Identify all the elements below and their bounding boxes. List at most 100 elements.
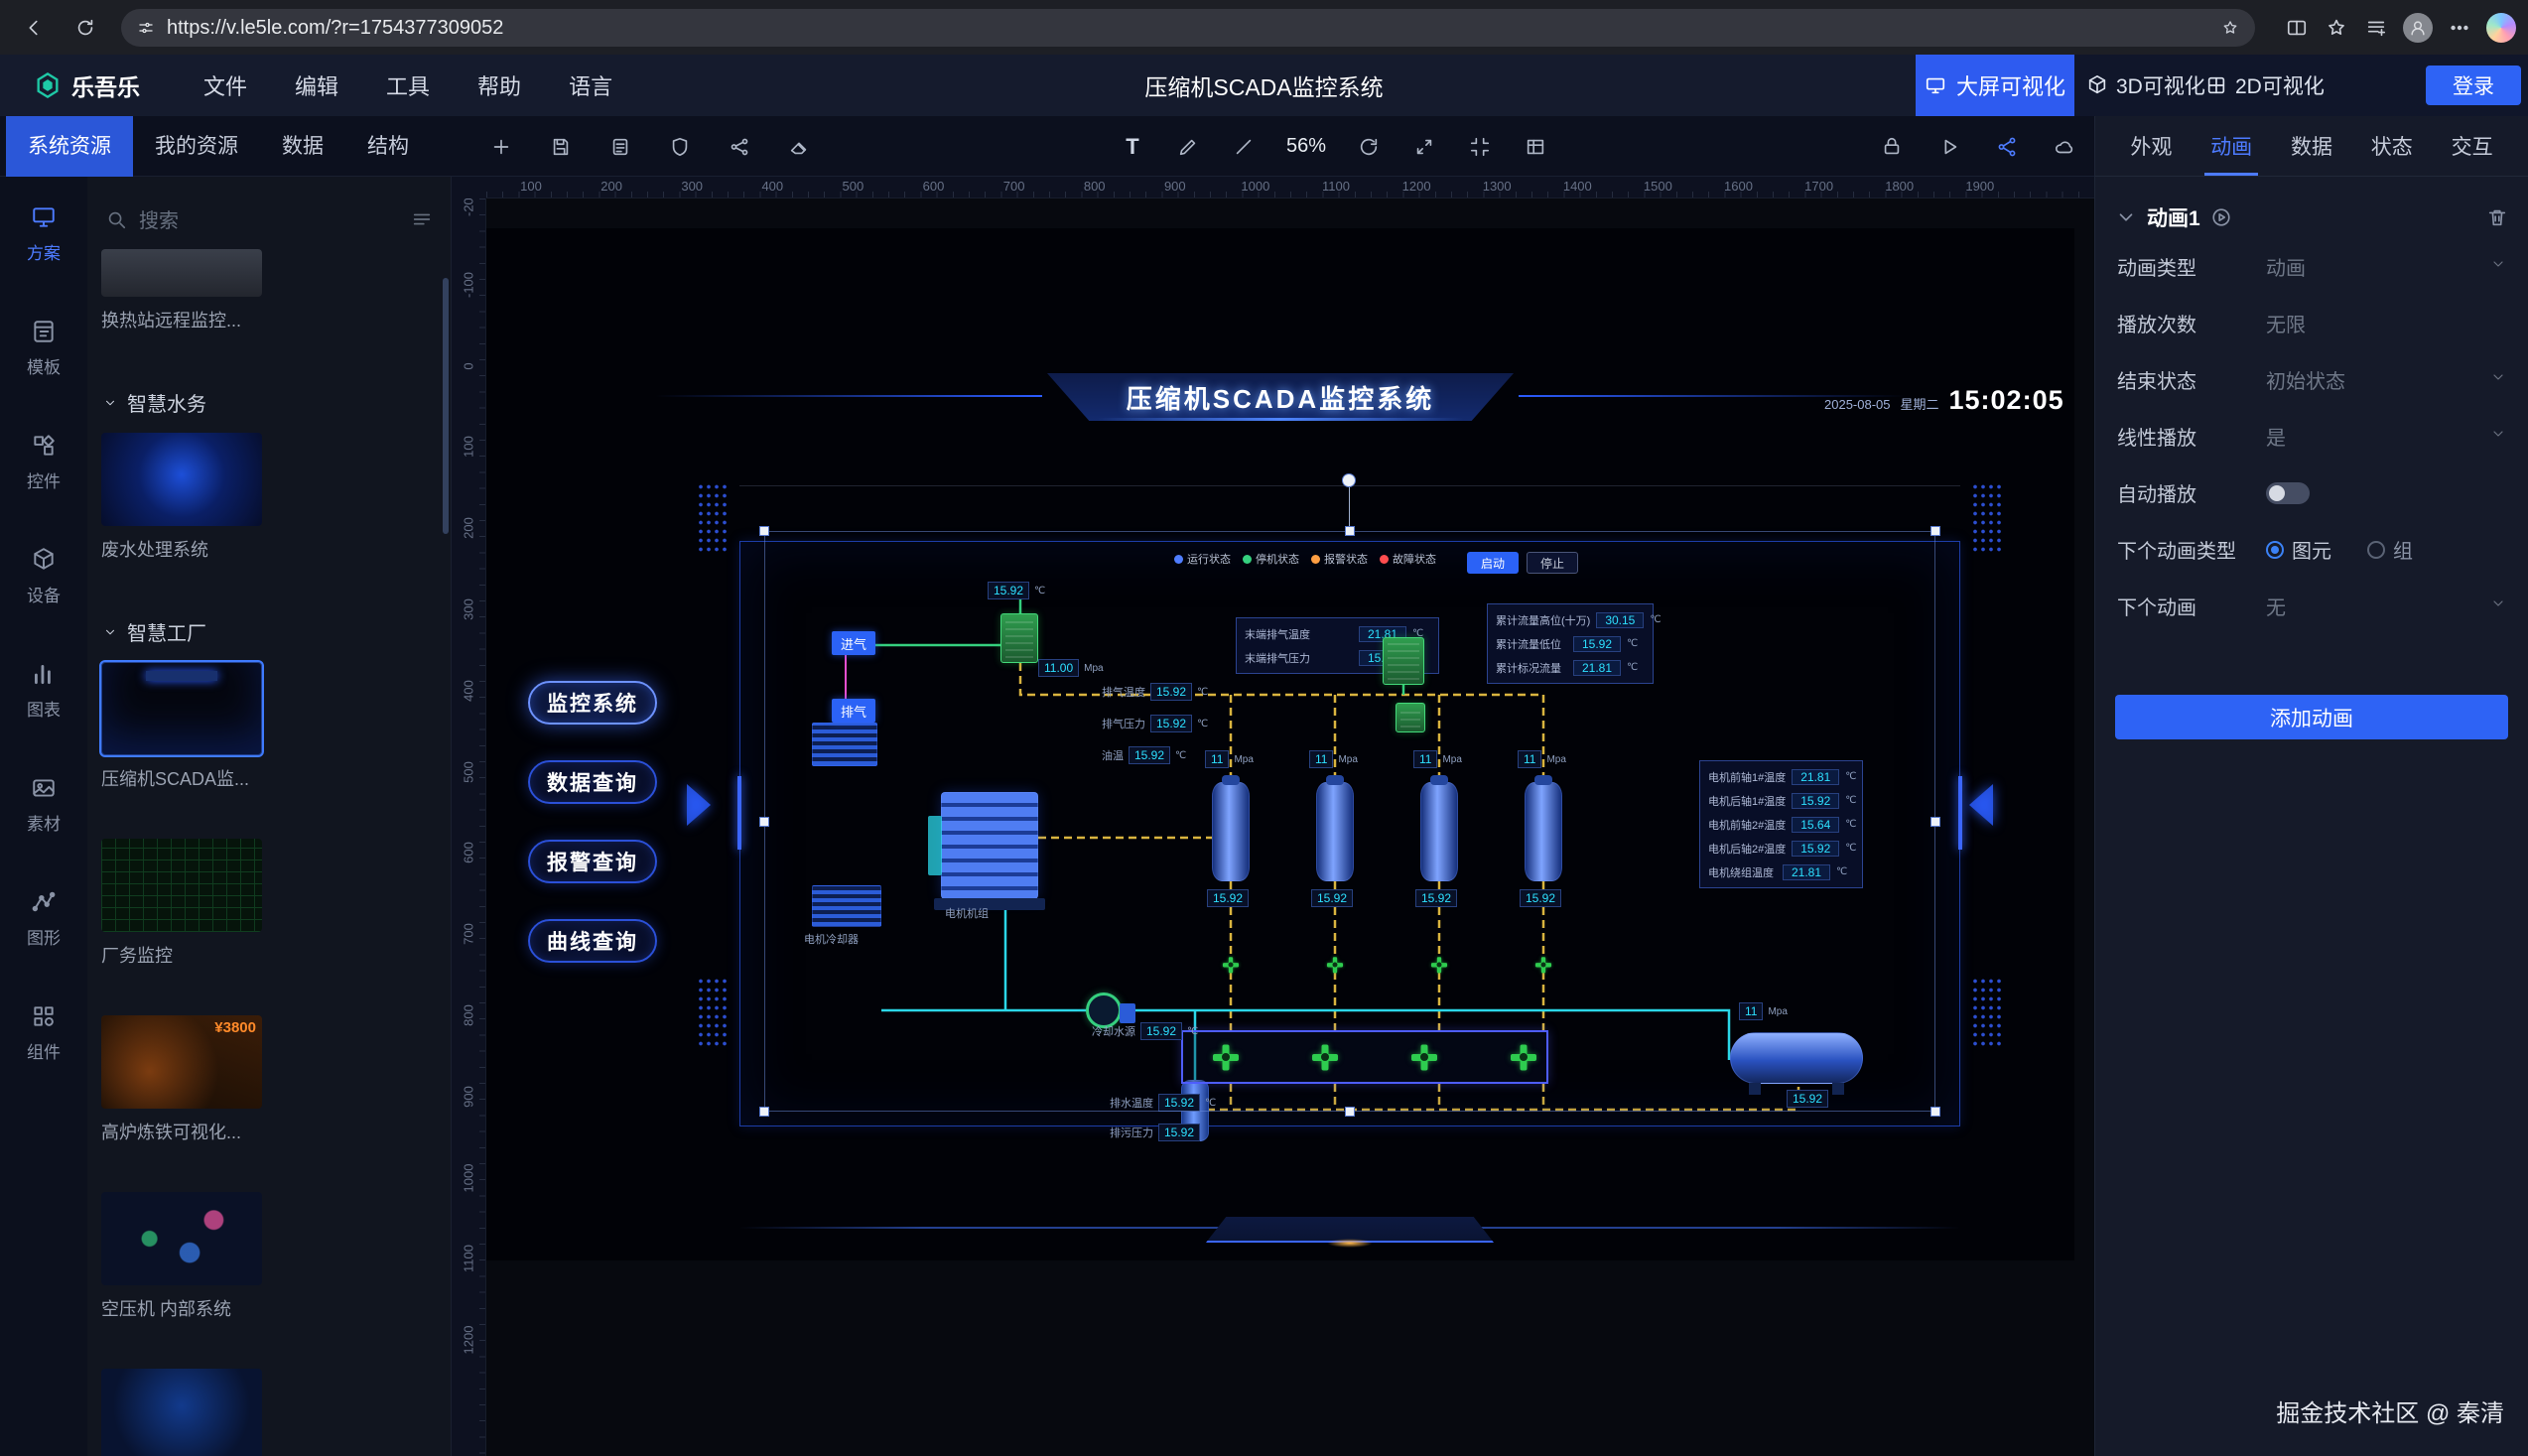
sidebar-item-图形[interactable]: 图形 (0, 861, 87, 976)
scada-artboard[interactable]: 压缩机SCADA监控系统 2025-08-05 星期二 15:02:05 监控系… (486, 228, 2074, 1260)
menu-item-2[interactable]: 工具 (386, 69, 430, 101)
chevron-down-icon[interactable] (2115, 206, 2137, 228)
resource-thumbnail[interactable] (101, 839, 262, 932)
text-icon[interactable]: T (1120, 134, 1145, 160)
line-icon[interactable] (1231, 134, 1257, 160)
resource-item[interactable]: 废气治理 (101, 1369, 262, 1456)
sidebar-item-方案[interactable]: 方案 (0, 177, 87, 291)
selection-handle[interactable] (1345, 1107, 1355, 1117)
big-screen-viz-button[interactable]: 大屏可视化 (1916, 55, 2074, 116)
resource-thumbnail[interactable] (101, 1369, 262, 1456)
tab-交互[interactable]: 交互 (2446, 116, 2499, 176)
viz-3d-button[interactable]: 3D可视化 (2086, 55, 2205, 116)
split-icon[interactable] (2284, 15, 2310, 41)
auto-play-toggle[interactable] (2266, 482, 2310, 504)
frame-icon[interactable] (1467, 134, 1493, 160)
note-icon[interactable] (607, 134, 633, 160)
menu-item-4[interactable]: 语言 (569, 69, 612, 101)
search-bar[interactable]: 搜索 (105, 204, 433, 233)
copilot-icon[interactable] (2486, 13, 2516, 43)
selection-handle[interactable] (1930, 526, 1940, 536)
sidebar-item-控件[interactable]: 控件 (0, 405, 87, 519)
selection-handle[interactable] (1930, 1107, 1940, 1117)
cloud-icon[interactable] (2052, 134, 2077, 160)
selection-rectangle[interactable] (764, 531, 1935, 1112)
resource-item[interactable]: 压缩机SCADA监... (101, 662, 262, 791)
menu-item-0[interactable]: 文件 (203, 69, 247, 101)
play-animation-icon[interactable] (2210, 206, 2232, 228)
pen-icon[interactable] (1175, 134, 1201, 160)
favbar-icon[interactable] (2363, 15, 2389, 41)
table-icon[interactable] (1523, 134, 1548, 160)
resource-thumbnail[interactable] (101, 433, 262, 526)
login-button[interactable]: 登录 (2426, 66, 2521, 105)
lock-icon[interactable] (1879, 134, 1905, 160)
bookmark-star-icon[interactable] (2221, 19, 2239, 37)
more-icon[interactable] (2447, 15, 2472, 41)
share-icon[interactable] (1994, 134, 2020, 160)
refresh-icon[interactable] (1356, 134, 1382, 160)
selection-handle[interactable] (759, 526, 769, 536)
resource-thumbnail[interactable] (101, 662, 262, 755)
selection-handle[interactable] (1345, 526, 1355, 536)
chevron-down-icon[interactable] (2490, 426, 2506, 447)
save-icon[interactable] (548, 134, 574, 160)
eraser-icon[interactable] (786, 134, 812, 160)
canvas-area[interactable]: 1002003004005006007008009001000110012001… (452, 177, 2094, 1456)
chevron-down-icon[interactable] (2490, 369, 2506, 390)
rotation-handle[interactable] (1342, 473, 1356, 487)
section-header-智慧水务[interactable]: 智慧水务 (103, 388, 451, 417)
scada-menu-监控系统[interactable]: 监控系统 (528, 681, 657, 725)
sidebar-item-素材[interactable]: 素材 (0, 747, 87, 861)
radio-option-组[interactable]: 组 (2367, 535, 2413, 564)
sidebar-item-设备[interactable]: 设备 (0, 519, 87, 633)
browser-reload-button[interactable] (67, 10, 103, 46)
resource-thumbnail[interactable]: ¥3800 (101, 1015, 262, 1109)
browser-back-button[interactable] (16, 10, 52, 46)
fit-icon[interactable] (1411, 134, 1437, 160)
resource-item[interactable]: ¥3800高炉炼铁可视化... (101, 1015, 262, 1144)
tab-状态[interactable]: 状态 (2365, 116, 2419, 176)
scrollbar-thumb[interactable] (443, 278, 449, 534)
tab-动画[interactable]: 动画 (2204, 116, 2258, 176)
resource-item[interactable]: 厂务监控 (101, 839, 262, 968)
delete-animation-icon[interactable] (2486, 206, 2508, 228)
resource-tab-结构[interactable]: 结构 (345, 116, 431, 177)
scada-menu-数据查询[interactable]: 数据查询 (528, 760, 657, 804)
resource-item[interactable]: 废水处理系统 (101, 433, 262, 562)
selection-handle[interactable] (759, 817, 769, 827)
address-bar[interactable]: https://v.le5le.com/?r=1754377309052 (121, 9, 2255, 47)
resource-thumbnail[interactable] (101, 249, 262, 297)
list-view-icon[interactable] (411, 208, 433, 230)
site-info-icon[interactable] (137, 19, 155, 37)
scada-menu-报警查询[interactable]: 报警查询 (528, 840, 657, 883)
selection-handle[interactable] (1930, 817, 1940, 827)
section-header-智慧工厂[interactable]: 智慧工厂 (103, 617, 451, 646)
preview-icon[interactable] (1936, 134, 1962, 160)
shield-icon[interactable] (667, 134, 693, 160)
add-animation-button[interactable]: 添加动画 (2115, 695, 2508, 739)
chevron-down-icon[interactable] (2490, 596, 2506, 616)
plus-icon[interactable] (488, 134, 514, 160)
tab-数据[interactable]: 数据 (2285, 116, 2338, 176)
resource-tab-数据[interactable]: 数据 (260, 116, 345, 177)
star-icon[interactable] (2324, 15, 2349, 41)
menu-item-3[interactable]: 帮助 (477, 69, 521, 101)
radio-option-图元[interactable]: 图元 (2266, 535, 2331, 564)
app-logo[interactable]: 乐吾乐 (34, 55, 140, 116)
connect-icon[interactable] (727, 134, 752, 160)
resource-tab-系统资源[interactable]: 系统资源 (6, 116, 133, 177)
sidebar-item-模板[interactable]: 模板 (0, 291, 87, 405)
resource-tab-我的资源[interactable]: 我的资源 (133, 116, 260, 177)
chevron-down-icon[interactable] (2490, 256, 2506, 277)
zoom-level[interactable]: 56% (1286, 135, 1326, 158)
selection-handle[interactable] (759, 1107, 769, 1117)
sidebar-item-图表[interactable]: 图表 (0, 633, 87, 747)
viz-2d-button[interactable]: 2D可视化 (2205, 55, 2325, 116)
resource-thumbnail[interactable] (101, 1192, 262, 1285)
menu-item-1[interactable]: 编辑 (295, 69, 338, 101)
resource-item[interactable]: 空压机 内部系统 (101, 1192, 262, 1321)
sidebar-item-组件[interactable]: 组件 (0, 976, 87, 1090)
profile-avatar[interactable] (2403, 13, 2433, 43)
resource-item-partial[interactable]: 换热站远程监控... (101, 249, 262, 332)
